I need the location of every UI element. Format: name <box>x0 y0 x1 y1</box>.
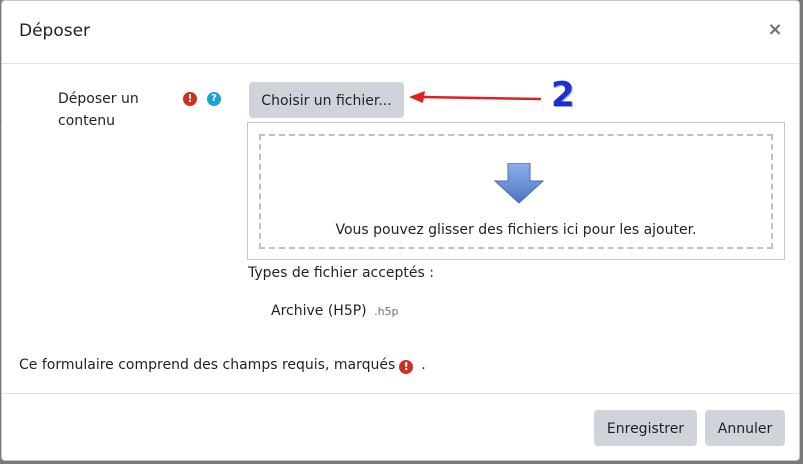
annotation-step-number: 2 <box>551 75 575 115</box>
accepted-type-extension: .h5p <box>374 305 399 318</box>
accepted-types-label: Types de fichier acceptés : <box>248 265 434 281</box>
choose-file-button[interactable]: Choisir un fichier... <box>249 82 404 118</box>
required-note-text: Ce formulaire comprend des champs requis… <box>19 357 396 373</box>
required-note-end: . <box>421 357 426 373</box>
save-button[interactable]: Enregistrer <box>594 410 697 446</box>
dialog-title: Déposer <box>19 21 91 41</box>
accepted-type-name: Archive (H5P) <box>271 303 367 319</box>
dialog-footer: Enregistrer Annuler <box>2 393 799 462</box>
close-button[interactable]: × <box>765 19 785 41</box>
upload-dialog: Déposer × Déposer un contenu ! ? Choisir… <box>1 0 800 461</box>
field-label-upload-content: Déposer un contenu <box>58 91 139 129</box>
required-inline-icon: ! <box>399 360 414 374</box>
dialog-header: Déposer × <box>2 1 799 64</box>
cancel-button[interactable]: Annuler <box>705 410 785 446</box>
drop-arrow-icon <box>493 163 545 204</box>
required-fields-note: Ce formulaire comprend des champs requis… <box>19 357 426 374</box>
accepted-type-item: Archive (H5P) .h5p <box>271 303 399 319</box>
help-icon[interactable]: ? <box>207 92 221 106</box>
required-icon: ! <box>183 92 197 106</box>
dropzone-dashed-area[interactable]: Vous pouvez glisser des fichiers ici pou… <box>259 134 773 249</box>
dropzone-text: Vous pouvez glisser des fichiers ici pou… <box>335 222 697 238</box>
file-dropzone[interactable]: Vous pouvez glisser des fichiers ici pou… <box>247 122 785 260</box>
annotation-arrow-icon <box>409 91 542 103</box>
